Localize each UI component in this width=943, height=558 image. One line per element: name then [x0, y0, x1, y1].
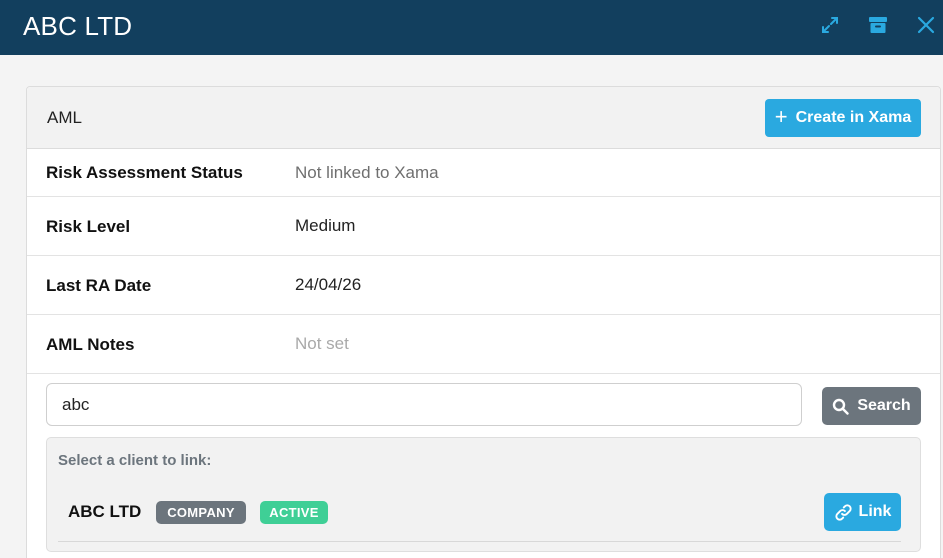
divider — [58, 541, 901, 542]
aml-card-header: AML + Create in Xama — [27, 87, 940, 149]
create-in-xama-button[interactable]: + Create in Xama — [765, 99, 921, 137]
aml-card: AML + Create in Xama Risk Assessment Sta… — [26, 86, 941, 558]
risk-level-row: Risk Level Medium — [27, 197, 940, 256]
search-icon — [833, 398, 850, 415]
search-button-label: Search — [857, 397, 911, 414]
window-title-bar: ABC LTD — [0, 0, 943, 55]
select-client-prompt: Select a client to link: — [58, 452, 212, 469]
close-icon[interactable] — [915, 14, 937, 36]
company-badge: COMPANY — [156, 501, 246, 524]
expand-icon[interactable] — [819, 14, 841, 36]
field-label: Risk Level — [46, 217, 131, 236]
client-search-input[interactable] — [46, 383, 802, 426]
plus-icon: + — [774, 104, 788, 129]
window-title: ABC LTD — [23, 11, 133, 41]
last-ra-date-row: Last RA Date 24/04/26 — [27, 256, 940, 315]
link-icon — [834, 503, 852, 521]
field-label: AML Notes — [46, 335, 135, 354]
link-button-label: Link — [858, 503, 892, 520]
search-button[interactable]: Search — [822, 387, 921, 425]
create-in-xama-label: Create in Xama — [795, 109, 912, 126]
aml-section-title: AML — [47, 108, 82, 127]
field-value: 24/04/26 — [295, 275, 362, 294]
field-value: Not linked to Xama — [295, 163, 439, 182]
archive-icon[interactable] — [867, 14, 889, 36]
field-value: Not set — [295, 334, 349, 353]
client-results-panel: Select a client to link: ABC LTD COMPANY… — [46, 437, 921, 552]
field-label: Last RA Date — [46, 276, 152, 295]
status-badge: ACTIVE — [260, 501, 328, 524]
client-name: ABC LTD — [68, 502, 142, 521]
link-button[interactable]: Link — [824, 493, 901, 531]
field-value: Medium — [295, 216, 356, 235]
aml-notes-row: AML Notes Not set — [27, 315, 940, 374]
risk-assessment-status-row: Risk Assessment Status Not linked to Xam… — [27, 149, 940, 197]
field-label: Risk Assessment Status — [46, 163, 243, 182]
